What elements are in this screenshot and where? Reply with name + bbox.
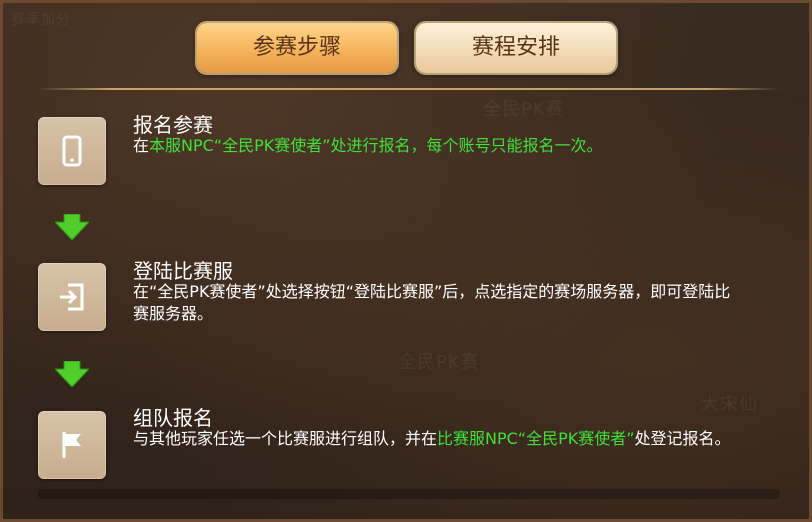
step-desc-highlight: 本服NPC“全民PK赛使者” [149, 136, 331, 155]
flag-icon [38, 411, 106, 479]
step-desc-text: 处登记报名。 [634, 429, 731, 448]
down-arrow-icon [55, 214, 89, 240]
login-icon [38, 263, 106, 331]
tab-schedule[interactable]: 赛程安排 [416, 23, 616, 73]
bottom-bar [38, 489, 780, 499]
step-desc-highlight: 处进行报名，每个账号只能报名一次。 [330, 136, 603, 155]
step-desc-highlight: 比赛服NPC“全民PK赛使者” [437, 429, 635, 448]
step-title: 登陆比赛服 [133, 259, 233, 283]
down-arrow-icon [55, 361, 89, 387]
step-description: 在“全民PK赛使者”处选择按钮“登陆比赛服”后，点选指定的赛场服务器，即可登陆比… [133, 281, 733, 325]
background-text: 全民PK赛 [398, 352, 480, 373]
tab-participation-steps[interactable]: 参赛步骤 [197, 23, 397, 73]
step-description: 与其他玩家任选一个比赛服进行组队，并在比赛服NPC“全民PK赛使者”处登记报名。 [133, 428, 733, 450]
step-title: 组队报名 [133, 406, 213, 430]
background-text: 赛季加分 [11, 12, 71, 28]
background-text: 大宋仙 [701, 394, 758, 415]
step-desc-text: 在“全民PK赛使者”处选择按钮“登陆比赛服”后，点选指定的赛场服务器，即可登陆比… [133, 282, 731, 323]
step-title: 报名参赛 [133, 113, 213, 137]
step-desc-text: 与其他玩家任选一个比赛服进行组队，并在 [133, 429, 438, 448]
background-text: 全民PK赛 [483, 99, 565, 120]
step-desc-text: 在 [133, 136, 150, 155]
step-description: 在本服NPC“全民PK赛使者”处进行报名，每个账号只能报名一次。 [133, 135, 733, 157]
phone-icon [38, 117, 106, 185]
divider [38, 88, 780, 90]
event-panel: 赛季加分 全民PK赛 全民PK赛 大宋仙 参赛步骤 赛程安排 报名参赛 在本服N… [0, 0, 812, 522]
